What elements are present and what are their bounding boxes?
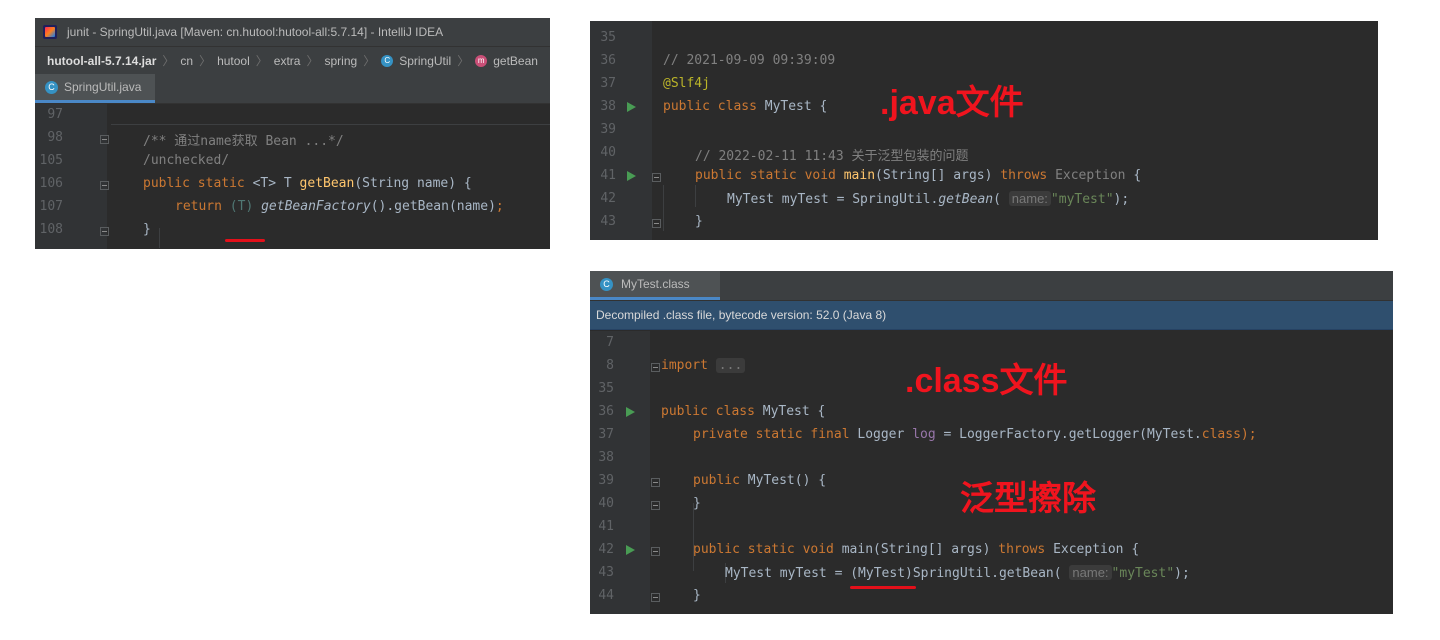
breadcrumb-cn[interactable]: cn [180,54,193,68]
code-line: 98 /** 通过name获取 Bean ...*/ [47,130,344,149]
cast-mytest: (MyTest) [850,566,913,581]
parameter-hint: name: [1008,191,1051,206]
cast-t: (T) [229,199,262,214]
fold-icon[interactable] [651,478,660,487]
code-line: 37 private static final Logger log = Log… [598,427,1257,442]
code-line: 40 // 2022-02-11 11:43 关于泛型包装的问题 [600,145,969,164]
fold-end-icon[interactable] [100,227,109,236]
fold-icon[interactable] [652,173,661,182]
run-icon[interactable] [626,545,635,555]
class-file-label: .class文件 [905,362,1068,400]
code-line: 42 MyTest myTest = SpringUtil.getBean( n… [600,191,1130,207]
code-line: 43 MyTest myTest = (MyTest)SpringUtil.ge… [598,565,1190,581]
code-line: 7 [606,335,614,350]
fold-icon[interactable] [651,547,660,556]
fold-expand-icon[interactable] [651,363,660,372]
tab-mytest-class[interactable]: C MyTest.class [590,271,720,300]
code-line: 105 /unchecked/ [39,153,230,168]
class-icon: C [381,54,394,67]
breadcrumb-spring[interactable]: spring [325,54,358,68]
code-line: 97 [47,107,63,122]
code-line: 43 } [600,214,703,229]
generic-erasure-label: 泛型擦除 [960,480,1096,518]
breadcrumb-hutool[interactable]: hutool [217,54,250,68]
tab-label: MyTest.class [621,277,690,291]
window-title: junit - SpringUtil.java [Maven: cn.hutoo… [67,25,444,39]
code-line: 36 // 2021-09-09 09:39:09 [600,53,836,68]
breadcrumb: hutool-all-5.7.14.jar 〉 cn 〉 hutool 〉 extra… [35,46,550,74]
red-underline [225,239,265,242]
run-icon[interactable] [627,102,636,112]
tab-label: SpringUtil.java [64,80,142,94]
code-line: 38 [598,450,614,465]
parameter-hint: name: [1069,565,1112,580]
breadcrumb-springutil[interactable]: SpringUtil [399,54,451,68]
run-icon[interactable] [627,171,636,181]
intellij-logo-icon [43,25,57,39]
code-line: 35 [600,30,616,45]
editor-tabbar: C SpringUtil.java [35,74,550,104]
code-line: 44 } [598,588,701,603]
mytest-java-editor[interactable]: 35 36 // 2021-09-09 09:39:09 37 @Slf4j 3… [590,21,1378,240]
decompiled-banner: Decompiled .class file, bytecode version… [590,301,1393,330]
run-icon[interactable] [626,407,635,417]
breadcrumb-getbean[interactable]: getBean [493,54,538,68]
breadcrumb-jar[interactable]: hutool-all-5.7.14.jar [47,54,156,68]
tab-springutil-java[interactable]: C SpringUtil.java [35,74,156,103]
code-line: 108 } [39,222,151,237]
fold-icon[interactable] [100,181,109,190]
code-line: 106 public static <T> T getBean(String n… [39,176,472,191]
fold-end-icon[interactable] [652,219,661,228]
editor-tabbar: C MyTest.class [590,271,1393,301]
fold-end-icon[interactable] [651,593,660,602]
class-file-icon: C [600,277,613,291]
fold-end-icon[interactable] [651,501,660,510]
red-underline [850,586,916,589]
code-area[interactable]: 97 98 /** 通过name获取 Bean ...*/ 105 /unche… [35,104,550,249]
window-titlebar: junit - SpringUtil.java [Maven: cn.hutoo… [35,18,550,46]
code-line: 41 public static void main(String[] args… [600,168,1142,183]
code-line: 36 public class MyTest { [598,404,826,419]
fold-expand-icon[interactable] [100,135,109,144]
springutil-editor-window: junit - SpringUtil.java [Maven: cn.hutoo… [35,18,550,249]
method-icon: m [475,54,488,67]
code-line: 107 return (T) getBeanFactory().getBean(… [39,199,504,214]
code-line: 42 public static void main(String[] args… [598,542,1140,557]
breadcrumb-extra[interactable]: extra [274,54,301,68]
java-class-icon: C [45,80,58,94]
mytest-class-editor[interactable]: C MyTest.class Decompiled .class file, b… [590,271,1393,614]
java-file-label: .java文件 [880,84,1024,122]
